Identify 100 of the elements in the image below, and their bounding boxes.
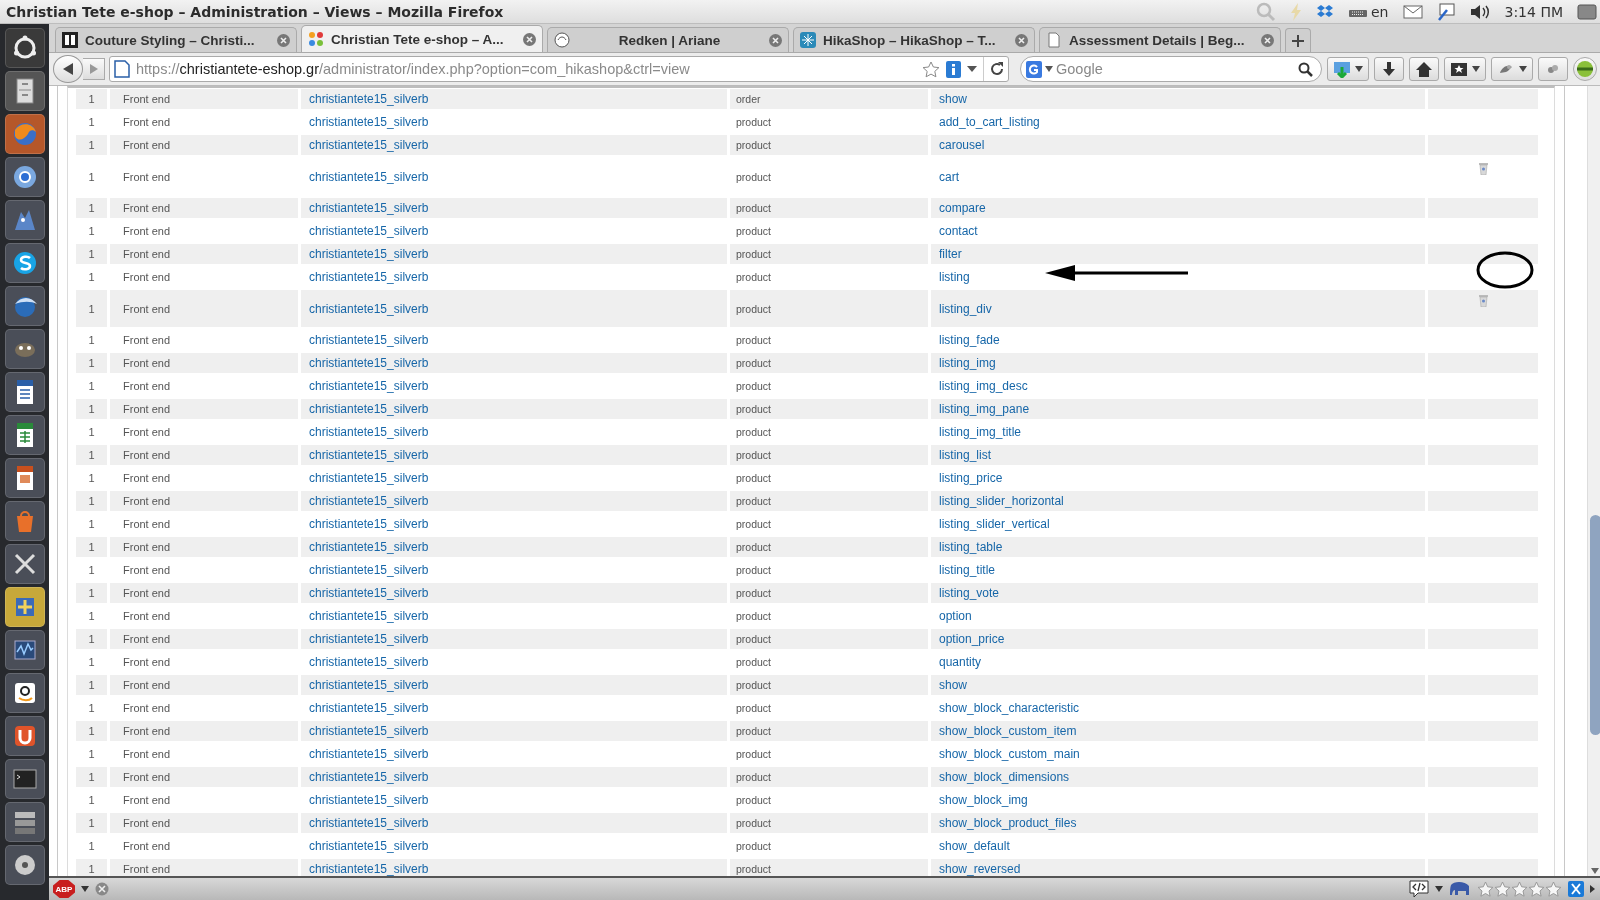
- template-link[interactable]: christiantete15_silverb: [309, 678, 429, 692]
- template-link[interactable]: christiantete15_silverb: [309, 448, 429, 462]
- template-link[interactable]: christiantete15_silverb: [309, 92, 429, 106]
- template-link[interactable]: christiantete15_silverb: [309, 270, 429, 284]
- browser-tab[interactable]: HikaShop – HikaShop – T...: [793, 27, 1035, 52]
- new-tab-button[interactable]: [1285, 28, 1311, 52]
- view-link[interactable]: add_to_cart_listing: [939, 115, 1040, 129]
- view-link[interactable]: listing_div: [939, 301, 992, 316]
- volume-icon[interactable]: [1468, 2, 1491, 21]
- template-link[interactable]: christiantete15_silverb: [309, 816, 429, 830]
- view-link[interactable]: show_reversed: [939, 862, 1021, 876]
- addon-button[interactable]: [1538, 57, 1568, 81]
- caret-icon[interactable]: [81, 886, 89, 892]
- template-link[interactable]: christiantete15_silverb: [309, 201, 429, 215]
- view-link[interactable]: show: [939, 678, 967, 692]
- template-link[interactable]: christiantete15_silverb: [309, 356, 429, 370]
- view-link[interactable]: listing: [939, 270, 970, 284]
- close-icon[interactable]: [95, 882, 109, 896]
- terminal-launcher[interactable]: [4, 759, 45, 799]
- chat-bubble-launcher[interactable]: [4, 243, 45, 283]
- bookmarks-button[interactable]: [1444, 57, 1486, 81]
- view-link[interactable]: show: [939, 92, 967, 106]
- envelope-icon[interactable]: [1402, 4, 1423, 19]
- back-button[interactable]: [53, 55, 83, 83]
- forward-button[interactable]: [83, 58, 105, 80]
- template-link[interactable]: christiantete15_silverb: [309, 301, 429, 316]
- template-link[interactable]: christiantete15_silverb: [309, 169, 429, 184]
- template-link[interactable]: christiantete15_silverb: [309, 701, 429, 715]
- close-icon[interactable]: [277, 33, 290, 47]
- circle-logo-launcher[interactable]: [4, 28, 45, 68]
- view-link[interactable]: show_block_characteristic: [939, 701, 1080, 715]
- browser-tab[interactable]: Christian Tete e-shop – A...: [301, 25, 543, 52]
- template-link[interactable]: christiantete15_silverb: [309, 138, 429, 152]
- template-link[interactable]: christiantete15_silverb: [309, 655, 429, 669]
- view-link[interactable]: listing_vote: [939, 586, 1000, 600]
- view-link[interactable]: listing_slider_horizontal: [939, 494, 1064, 508]
- view-link[interactable]: show_block_product_files: [939, 816, 1077, 830]
- scrollbar[interactable]: [1587, 86, 1600, 876]
- view-link[interactable]: listing_price: [939, 471, 1003, 485]
- disc-launcher[interactable]: [4, 845, 45, 885]
- star-icon[interactable]: [922, 60, 940, 78]
- template-link[interactable]: christiantete15_silverb: [309, 224, 429, 238]
- template-link[interactable]: christiantete15_silverb: [309, 839, 429, 853]
- view-link[interactable]: listing_img: [939, 356, 996, 370]
- scroll-thumb[interactable]: [1590, 515, 1600, 735]
- search-icon[interactable]: [1298, 61, 1313, 77]
- sync-button[interactable]: [1573, 57, 1597, 81]
- view-link[interactable]: show_default: [939, 839, 1010, 853]
- search-bar[interactable]: Google: [1020, 56, 1322, 82]
- template-link[interactable]: christiantete15_silverb: [309, 586, 429, 600]
- scroll-down-icon[interactable]: [1591, 868, 1599, 874]
- template-link[interactable]: christiantete15_silverb: [309, 609, 429, 623]
- download-button[interactable]: [1374, 57, 1404, 81]
- template-link[interactable]: christiantete15_silverb: [309, 563, 429, 577]
- info-icon[interactable]: [946, 60, 961, 78]
- view-link[interactable]: filter: [939, 247, 962, 261]
- view-link[interactable]: listing_slider_vertical: [939, 517, 1050, 531]
- monitor-graph-launcher[interactable]: [4, 630, 45, 670]
- address-bar[interactable]: https://christiantete-eshop.gr/administrator/index.php?option=com_hikashop&ctrl=view: [109, 56, 1009, 82]
- x-logo-icon[interactable]: [1568, 881, 1584, 897]
- reload-icon[interactable]: [990, 62, 1004, 76]
- template-link[interactable]: christiantete15_silverb: [309, 793, 429, 807]
- trash-icon[interactable]: [1478, 163, 1488, 175]
- template-link[interactable]: christiantete15_silverb: [309, 425, 429, 439]
- download-status-button[interactable]: [1327, 57, 1369, 81]
- template-link[interactable]: christiantete15_silverb: [309, 402, 429, 416]
- view-link[interactable]: listing_img_title: [939, 425, 1022, 439]
- close-icon[interactable]: [523, 32, 536, 46]
- language-indicator[interactable]: en: [1371, 3, 1389, 20]
- caret-icon[interactable]: [967, 65, 977, 73]
- search-engine-icon[interactable]: [1026, 60, 1042, 78]
- elephant-icon[interactable]: [1449, 881, 1471, 897]
- view-link[interactable]: carousel: [939, 138, 985, 152]
- view-link[interactable]: show_block_img: [939, 793, 1028, 807]
- addon-button[interactable]: [1491, 57, 1533, 81]
- code-bubble-icon[interactable]: [1409, 880, 1429, 898]
- view-link[interactable]: option_price: [939, 632, 1005, 646]
- view-link[interactable]: listing_fade: [939, 333, 1000, 347]
- template-link[interactable]: christiantete15_silverb: [309, 379, 429, 393]
- template-link[interactable]: christiantete15_silverb: [309, 770, 429, 784]
- caret-icon[interactable]: [1435, 886, 1443, 892]
- template-link[interactable]: christiantete15_silverb: [309, 494, 429, 508]
- view-link[interactable]: cart: [939, 169, 959, 184]
- globe-launcher[interactable]: [4, 114, 45, 154]
- template-link[interactable]: christiantete15_silverb: [309, 747, 429, 761]
- view-link[interactable]: show_block_dimensions: [939, 770, 1070, 784]
- spreadsheet-launcher[interactable]: [4, 415, 45, 455]
- star-rating[interactable]: [1477, 880, 1562, 898]
- trash-icon[interactable]: [1478, 295, 1488, 307]
- ring-globe-launcher[interactable]: [4, 157, 45, 197]
- template-link[interactable]: christiantete15_silverb: [309, 632, 429, 646]
- view-link[interactable]: show_block_custom_main: [939, 747, 1080, 761]
- browser-tab[interactable]: Assessment Details | Beg...: [1039, 27, 1281, 52]
- view-link[interactable]: compare: [939, 201, 986, 215]
- view-link[interactable]: show_block_custom_item: [939, 724, 1077, 738]
- view-link[interactable]: contact: [939, 224, 978, 238]
- home-button[interactable]: [1409, 57, 1439, 81]
- template-link[interactable]: christiantete15_silverb: [309, 862, 429, 876]
- presentation-launcher[interactable]: [4, 458, 45, 498]
- clock[interactable]: 3:14 ПМ: [1504, 3, 1563, 20]
